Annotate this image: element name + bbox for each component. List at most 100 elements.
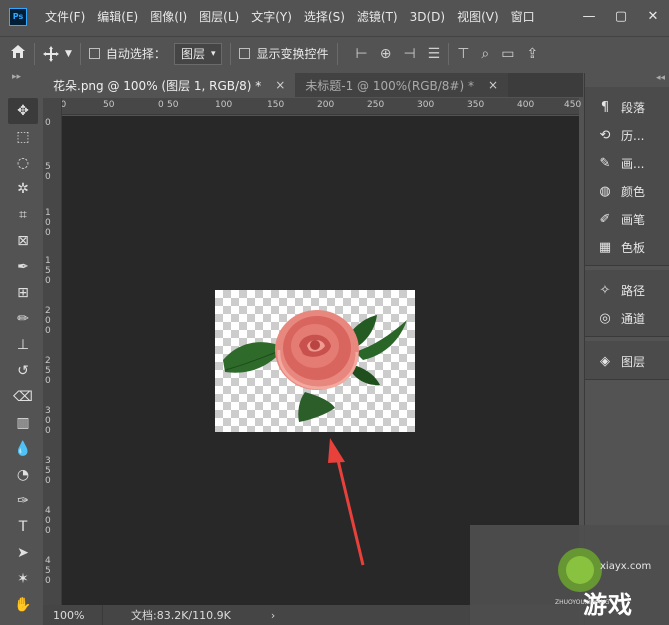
panel-label: 历... [621, 128, 645, 143]
panel-label: 画笔 [621, 212, 646, 227]
panel-brush-settings[interactable]: ✎ 画... [585, 149, 669, 177]
panel-label: 颜色 [621, 184, 646, 199]
workspace-icon[interactable]: ▭ [501, 46, 514, 62]
eraser-tool-icon[interactable]: ⌫ [8, 384, 38, 410]
path-selection-tool-icon[interactable]: ➤ [8, 540, 38, 566]
gradient-tool-icon[interactable]: ▥ [8, 410, 38, 436]
show-transform-label: 显示变换控件 [256, 47, 329, 61]
align-controls-2: ⊤ ⌕ ▭ ⇪ [457, 46, 538, 62]
watermark-url: xiayx.com [600, 561, 652, 572]
ruler-label: 0 [158, 100, 164, 110]
ruler-label: 2 0 0 [45, 306, 51, 336]
home-icon[interactable] [10, 44, 26, 63]
menu-image[interactable]: 图像(I) [144, 8, 193, 25]
ruler-label: 5 0 [45, 162, 51, 182]
align-center-icon[interactable]: ⊕ [380, 46, 392, 62]
stamp-tool-icon[interactable]: ⊥ [8, 332, 38, 358]
panel-label: 通道 [621, 311, 646, 326]
align-left-icon[interactable]: ⊢ [356, 46, 368, 62]
panel-label: 路径 [621, 283, 646, 298]
photoshop-logo-icon[interactable]: Ps [9, 7, 27, 26]
align-right-icon[interactable]: ⊣ [403, 46, 415, 62]
auto-select-checkbox[interactable] [88, 48, 100, 59]
maximize-button[interactable]: ▢ [605, 9, 637, 24]
menu-3d[interactable]: 3D(D) [404, 10, 451, 24]
history-icon: ⟲ [599, 127, 611, 143]
panel-collapse-icon[interactable]: ◂◂ [585, 73, 669, 87]
move-tool-preset-icon[interactable]: ▼ [43, 45, 72, 62]
chevron-down-icon: ▼ [65, 48, 72, 59]
tab-untitled-1[interactable]: 未标题-1 @ 100%(RGB/8#) * × [295, 73, 509, 97]
lasso-tool-icon[interactable]: ◌ [8, 150, 38, 176]
panel-label: 图层 [621, 354, 646, 369]
ruler-label: 3 5 0 [45, 456, 51, 486]
ruler-horizontal[interactable]: 100 50 0 50 100 150 200 250 300 350 400 … [45, 98, 582, 115]
panel-color[interactable]: ◍ 颜色 [585, 177, 669, 205]
ruler-label: 300 [417, 100, 435, 110]
move-tool-icon[interactable]: ✥ [8, 98, 38, 124]
type-tool-icon[interactable]: T [8, 514, 38, 540]
document-tabs: 花朵.png @ 100% (图层 1, RGB/8) * × 未标题-1 @ … [43, 73, 583, 97]
document-info[interactable]: 文档:83.2K/110.9K [103, 607, 231, 623]
chevron-right-icon[interactable]: › [271, 609, 275, 622]
panel-brushes[interactable]: ✐ 画笔 [585, 205, 669, 233]
panel-channels[interactable]: ◎ 通道 [585, 304, 669, 332]
chevron-down-icon: ▾ [210, 48, 216, 59]
ruler-label: 250 [367, 100, 385, 110]
eyedropper-tool-icon[interactable]: ✒ [8, 254, 38, 280]
close-icon[interactable]: × [488, 78, 498, 92]
menu-file[interactable]: 文件(F) [39, 8, 91, 25]
menu-view[interactable]: 视图(V) [451, 8, 505, 25]
menu-window[interactable]: 窗口 [505, 8, 541, 25]
minimize-button[interactable]: — [573, 9, 605, 24]
tab-label: 未标题-1 @ 100%(RGB/8#) * [305, 78, 474, 93]
auto-select-dropdown[interactable]: 图层 ▾ [173, 42, 223, 65]
close-icon[interactable]: × [275, 78, 285, 92]
crop-tool-icon[interactable]: ⌗ [8, 202, 38, 228]
share-icon[interactable]: ⇪ [526, 46, 538, 62]
menu-type[interactable]: 文字(Y) [245, 8, 298, 25]
toolbar-collapse-icon[interactable]: ▸▸ [12, 72, 21, 82]
shape-tool-icon[interactable]: ✶ [8, 566, 38, 592]
divider [448, 42, 450, 65]
ruler-label: 1 5 0 [45, 256, 51, 286]
menu-filter[interactable]: 滤镜(T) [351, 8, 404, 25]
ruler-label: 1 0 0 [45, 208, 51, 238]
ruler-label: 450 [564, 100, 582, 110]
healing-brush-tool-icon[interactable]: ⊞ [8, 280, 38, 306]
hand-tool-icon[interactable]: ✋ [8, 592, 38, 618]
panel-swatches[interactable]: ▦ 色板 [585, 233, 669, 261]
frame-tool-icon[interactable]: ⊠ [8, 228, 38, 254]
magic-wand-tool-icon[interactable]: ✲ [8, 176, 38, 202]
auto-select-label: 自动选择： [105, 47, 166, 61]
blur-tool-icon[interactable]: 💧 [8, 436, 38, 462]
tab-flower-png[interactable]: 花朵.png @ 100% (图层 1, RGB/8) * × [43, 73, 296, 97]
panel-history[interactable]: ⟲ 历... [585, 121, 669, 149]
search-icon[interactable]: ⌕ [481, 46, 489, 62]
close-button[interactable]: ✕ [637, 9, 669, 24]
show-transform-checkbox[interactable] [239, 48, 251, 59]
ruler-vertical[interactable]: 0 5 0 1 0 0 1 5 0 2 0 0 2 5 0 3 0 0 3 5 … [43, 98, 62, 605]
menu-select[interactable]: 选择(S) [298, 8, 351, 25]
brush-tool-icon[interactable]: ✏ [8, 306, 38, 332]
ruler-label: 50 [167, 100, 179, 110]
dodge-tool-icon[interactable]: ◔ [8, 462, 38, 488]
watermark-subtext: ZHUOYOUXIWANG [555, 599, 610, 606]
align-top-icon[interactable]: ⊤ [457, 46, 469, 62]
menu-edit[interactable]: 编辑(E) [91, 8, 144, 25]
panel-paths[interactable]: ✧ 路径 [585, 276, 669, 304]
layers-icon: ◈ [600, 353, 610, 369]
ruler-label: 0 [45, 118, 51, 128]
history-brush-tool-icon[interactable]: ↺ [8, 358, 38, 384]
marquee-tool-icon[interactable]: ⬚ [8, 124, 38, 150]
brushes-icon: ✐ [599, 211, 611, 227]
panel-layers[interactable]: ◈ 图层 [585, 347, 669, 375]
panel-paragraph[interactable]: ¶ 段落 [585, 93, 669, 121]
panel-label: 段落 [621, 100, 646, 115]
menu-layer[interactable]: 图层(L) [193, 8, 245, 25]
distribute-icon[interactable]: ☰ [428, 46, 441, 62]
pen-tool-icon[interactable]: ✑ [8, 488, 38, 514]
ruler-label: 3 0 0 [45, 406, 51, 436]
zoom-level[interactable]: 100% [43, 605, 103, 625]
ruler-label: 50 [103, 100, 115, 110]
